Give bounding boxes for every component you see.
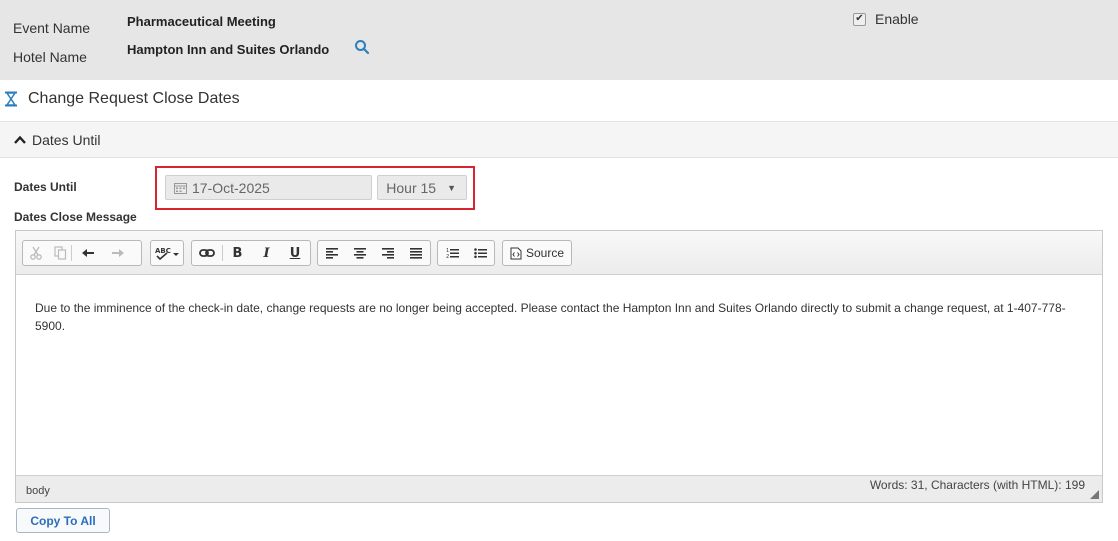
event-name-label: Event Name: [13, 20, 91, 36]
panel-title: Dates Until: [32, 131, 101, 148]
resize-handle-icon[interactable]: [1090, 490, 1099, 499]
undo-icon: [82, 249, 94, 257]
editor-content-text: Due to the imminence of the check-in dat…: [35, 301, 1066, 333]
rich-text-editor: ABC B I U 1 2 Source Due to the imminenc…: [15, 230, 1103, 503]
element-path[interactable]: body: [26, 485, 50, 497]
enable-checkbox[interactable]: ✔: [853, 12, 866, 26]
event-name-value: Pharmaceutical Meeting: [127, 14, 276, 29]
enable-label: Enable: [875, 11, 919, 27]
underline-icon: U: [289, 245, 301, 261]
source-button[interactable]: Source: [503, 241, 571, 265]
spellcheck-icon: ABC: [155, 247, 179, 261]
caret-down-icon: ▼: [447, 182, 456, 193]
calendar-icon[interactable]: [174, 182, 187, 194]
hour-select[interactable]: Hour 15 ▼: [377, 175, 467, 200]
svg-text:ABC: ABC: [155, 247, 171, 255]
underline-button[interactable]: U: [281, 241, 309, 265]
date-value: 17-Oct-2025: [192, 179, 270, 196]
italic-button[interactable]: I: [252, 241, 281, 265]
format-group: B I U: [191, 240, 311, 266]
source-group: Source: [502, 240, 572, 266]
copy-icon: [53, 246, 66, 260]
word-count: Words: 31, Characters (with HTML): 199: [869, 478, 1085, 492]
cut-icon: [30, 246, 42, 260]
svg-text:2: 2: [446, 254, 449, 259]
enable-toggle[interactable]: ✔ Enable: [853, 11, 919, 27]
spellcheck-button[interactable]: ABC: [151, 241, 183, 265]
redo-icon: [112, 249, 124, 257]
align-center-icon: [354, 247, 366, 259]
undo-button[interactable]: [72, 241, 104, 265]
align-left-icon: [326, 247, 338, 259]
dates-until-panel-toggle[interactable]: Dates Until: [0, 121, 1118, 158]
list-group: 1 2: [437, 240, 495, 266]
align-justify-icon: [410, 247, 422, 259]
hotel-name-value: Hampton Inn and Suites Orlando: [127, 42, 330, 57]
date-until-input[interactable]: 17-Oct-2025: [165, 175, 372, 200]
section-title-text: Change Request Close Dates: [28, 90, 240, 107]
clipboard-group: [22, 240, 142, 266]
spellcheck-group: ABC: [150, 240, 184, 266]
bold-button[interactable]: B: [223, 241, 252, 265]
bold-icon: B: [232, 245, 243, 261]
align-justify-button[interactable]: [402, 241, 430, 265]
bullet-list-icon: [473, 248, 487, 259]
align-left-button[interactable]: [318, 241, 346, 265]
source-label: Source: [525, 246, 565, 260]
link-button[interactable]: [192, 241, 222, 265]
align-right-icon: [382, 247, 394, 259]
align-group: [317, 240, 431, 266]
source-icon: [510, 247, 522, 259]
hour-value: Hour 15: [386, 179, 437, 196]
dates-until-label: Dates Until: [14, 180, 77, 194]
numbered-list-button[interactable]: 1 2: [438, 241, 466, 265]
align-center-button[interactable]: [346, 241, 374, 265]
redo-button[interactable]: [104, 241, 132, 265]
bullet-list-button[interactable]: [466, 241, 494, 265]
numbered-list-icon: 1 2: [446, 248, 459, 259]
section-title: Change Request Close Dates: [0, 90, 240, 108]
close-message-label: Dates Close Message: [14, 210, 137, 224]
copy-to-all-button[interactable]: Copy To All: [16, 508, 110, 533]
align-right-button[interactable]: [374, 241, 402, 265]
hotel-name-label: Hotel Name: [13, 49, 87, 65]
cut-button[interactable]: [23, 241, 49, 265]
event-header: Event Name Pharmaceutical Meeting Hotel …: [0, 0, 1118, 80]
italic-icon: I: [263, 245, 270, 261]
copy-button[interactable]: [49, 241, 71, 265]
hourglass-icon: [5, 91, 17, 107]
editor-toolbar: ABC B I U 1 2 Source: [16, 231, 1102, 275]
editor-content-area[interactable]: Due to the imminence of the check-in dat…: [16, 275, 1102, 476]
editor-statusbar: body Words: 31, Characters (with HTML): …: [16, 475, 1102, 502]
search-icon[interactable]: [354, 39, 370, 55]
link-icon: [199, 249, 215, 257]
chevron-up-icon: [14, 135, 26, 144]
